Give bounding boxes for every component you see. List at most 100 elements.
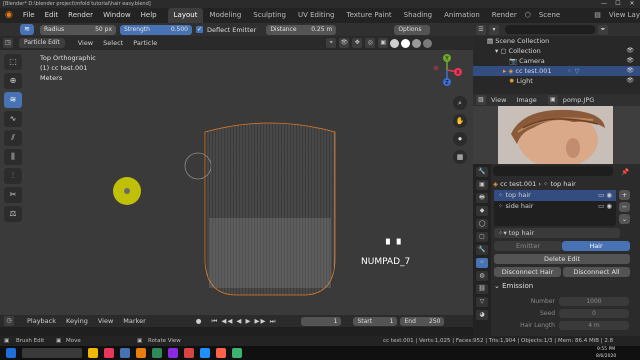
strength-field[interactable]: Strength 0.500 <box>120 24 192 35</box>
pan-hand-icon[interactable]: ✋ <box>453 114 467 128</box>
xray-toggle-icon[interactable]: ▣ <box>378 38 389 48</box>
view-layer-icon[interactable]: ▤ <box>592 8 603 23</box>
select-tool-icon[interactable]: ⬚ <box>4 54 22 70</box>
file-explorer-icon[interactable] <box>88 348 98 358</box>
tab-render[interactable]: Render <box>486 8 523 23</box>
outliner-search-input[interactable] <box>505 25 595 34</box>
blender-logo-icon[interactable]: ◉ <box>0 8 18 23</box>
particle-props-tab-icon[interactable]: ⁘ <box>476 258 488 268</box>
transform-pivot-icon[interactable]: ⌖ <box>326 38 337 48</box>
image-menu-view[interactable]: View <box>486 96 511 104</box>
image-name-field[interactable]: pomp.JPG <box>558 96 600 104</box>
smooth-tool-icon[interactable]: ∿ <box>4 111 22 127</box>
show-viewport-icon[interactable]: ▭ ◉ <box>598 190 612 201</box>
data-props-tab-icon[interactable]: ▽ <box>476 297 488 307</box>
navigation-gizmo[interactable]: Y X Z <box>430 52 464 88</box>
add-tool-icon[interactable]: ⫽ <box>4 130 22 146</box>
outliner-row-light[interactable]: ✹ Light 👁 <box>473 76 640 86</box>
app-icon-6[interactable] <box>232 348 242 358</box>
visibility-eye-icon[interactable]: 👁 <box>626 66 634 76</box>
delete-edit-button[interactable]: Delete Edit <box>494 254 630 264</box>
app-icon-3[interactable] <box>184 348 194 358</box>
puff-tool-icon[interactable]: ⫶ <box>4 168 22 184</box>
shading-rendered-button[interactable] <box>423 38 433 48</box>
menu-window[interactable]: Window <box>98 8 136 23</box>
world-props-tab-icon[interactable]: ◯ <box>476 219 488 229</box>
shading-solid-button[interactable] <box>401 38 411 48</box>
menu-timeline-view[interactable]: View <box>93 317 118 325</box>
clock[interactable]: 9:55 PM 8/6/2020 <box>596 346 616 360</box>
menu-select[interactable]: Select <box>98 39 128 47</box>
start-frame-field[interactable]: Start 1 <box>353 316 398 326</box>
current-frame-field[interactable]: 1 <box>301 316 342 326</box>
cursor-tool-icon[interactable]: ⊕ <box>4 73 22 89</box>
options-dropdown[interactable]: Options <box>394 24 431 35</box>
timeline-editor-icon[interactable]: ◷ <box>4 316 14 326</box>
seed-field[interactable]: 0 <box>559 309 629 318</box>
scene-icon[interactable]: ⬡ <box>523 8 533 23</box>
app-icon-2[interactable] <box>168 348 178 358</box>
disconnect-hair-button[interactable]: Disconnect Hair <box>494 267 561 277</box>
tab-sculpting[interactable]: Sculpting <box>247 8 292 23</box>
end-frame-field[interactable]: End 250 <box>400 316 445 326</box>
outliner-row-collection[interactable]: ▾ ▢ Collection 👁 <box>473 46 640 56</box>
browser-icon[interactable] <box>104 348 114 358</box>
properties-search-input[interactable] <box>493 166 613 176</box>
radius-field[interactable]: Radius 50 px <box>40 24 116 35</box>
outliner-row-camera[interactable]: 📷 Camera 👁 <box>473 56 640 66</box>
menu-particle[interactable]: Particle <box>128 39 162 47</box>
tab-modeling[interactable]: Modeling <box>203 8 247 23</box>
editor-type-icon[interactable]: ◳ <box>3 38 13 48</box>
shading-material-button[interactable] <box>412 38 422 48</box>
minimize-button[interactable]: — <box>598 0 610 8</box>
weight-tool-icon[interactable]: ⚖ <box>4 206 22 222</box>
particle-specials-menu-icon[interactable]: ⌄ <box>619 214 630 224</box>
image-menu-image[interactable]: Image <box>511 96 541 104</box>
physics-props-tab-icon[interactable]: ◍ <box>476 271 488 281</box>
outliner-row-scene-collection[interactable]: ▤ Scene Collection <box>473 36 640 46</box>
emission-panel-header[interactable]: ⌄ Emission <box>494 282 630 290</box>
menu-file[interactable]: File <box>18 8 40 23</box>
overlay-toggle-icon[interactable]: ◎ <box>365 38 376 48</box>
visibility-icon[interactable]: 👁 <box>339 38 350 48</box>
playback-controls-icon[interactable]: ⏮ ◀◀ ◀ ▶ ▶▶ ⏭ <box>206 317 281 326</box>
scene-selector[interactable]: Scene <box>533 8 566 23</box>
particle-system-item[interactable]: ⁘ side hair ▭ ◉ <box>494 201 616 212</box>
type-hair-button[interactable]: Hair <box>562 241 630 251</box>
search-box[interactable] <box>22 348 82 358</box>
remove-particle-system-button[interactable]: − <box>619 202 630 212</box>
gizmo-toggle-icon[interactable]: ✥ <box>352 38 363 48</box>
output-props-tab-icon[interactable]: 🖶 <box>476 193 488 203</box>
modifier-props-tab-icon[interactable]: 🔧 <box>476 245 488 255</box>
3d-viewport[interactable]: ⬚ ⊕ ≋ ∿ ⫽ ⫼ ⫶ ✂ ⚖ Top Orthographic (1) c… <box>0 50 473 315</box>
visibility-eye-icon[interactable]: 👁 <box>626 46 634 56</box>
deflect-emitter-checkbox[interactable]: ✓ <box>196 26 203 33</box>
pin-icon[interactable]: 📌 <box>619 168 631 176</box>
tab-uv-editing[interactable]: UV Editing <box>292 8 341 23</box>
close-button[interactable]: ✕ <box>626 0 638 8</box>
tab-texture-paint[interactable]: Texture Paint <box>341 8 398 23</box>
material-props-tab-icon[interactable]: ◕ <box>476 310 488 320</box>
cut-tool-icon[interactable]: ✂ <box>4 187 22 203</box>
constraint-props-tab-icon[interactable]: ⛓ <box>476 284 488 294</box>
blender-taskbar-icon[interactable] <box>136 348 146 358</box>
app-icon-5[interactable] <box>216 348 226 358</box>
type-emitter-button[interactable]: Emitter <box>494 241 562 251</box>
hair-length-field[interactable]: 4 m <box>559 321 629 330</box>
display-mode-icon[interactable]: ▾ <box>489 24 499 35</box>
visibility-eye-icon[interactable]: 👁 <box>626 56 634 66</box>
app-icon-4[interactable] <box>200 348 210 358</box>
camera-view-icon[interactable]: ⏺ <box>453 132 467 146</box>
menu-edit[interactable]: Edit <box>40 8 64 23</box>
maximize-button[interactable]: ☐ <box>612 0 624 8</box>
add-particle-system-button[interactable]: + <box>619 190 630 200</box>
distance-field[interactable]: Distance 0.25 m <box>266 24 337 35</box>
autokey-icon[interactable]: ● <box>191 317 207 325</box>
shading-wireframe-button[interactable] <box>390 38 400 48</box>
menu-playback[interactable]: Playback <box>22 317 61 325</box>
app-icon-1[interactable] <box>152 348 162 358</box>
length-tool-icon[interactable]: ⫼ <box>4 149 22 165</box>
render-props-tab-icon[interactable]: ▣ <box>476 180 488 190</box>
menu-render[interactable]: Render <box>63 8 98 23</box>
menu-view[interactable]: View <box>73 39 98 47</box>
